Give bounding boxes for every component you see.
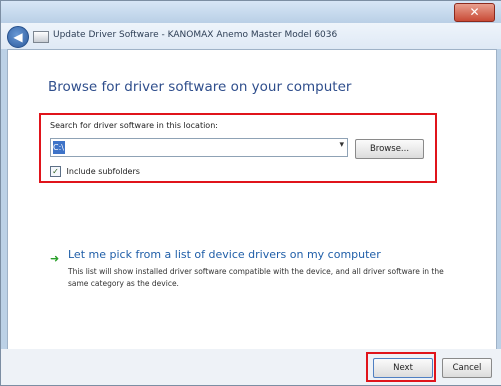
next-button-highlight: [366, 352, 436, 382]
page-heading: Browse for driver software on your compu…: [48, 79, 352, 95]
cancel-button[interactable]: Cancel: [442, 358, 492, 378]
back-arrow-icon: ◀: [13, 30, 23, 44]
pick-from-list-link[interactable]: Let me pick from a list of device driver…: [68, 248, 381, 261]
update-driver-window: ✕ ◀ Update Driver Software - KANOMAX Ane…: [0, 0, 501, 386]
pick-from-list-description: This list will show installed driver sof…: [68, 267, 444, 288]
wizard-title: Update Driver Software - KANOMAX Anemo M…: [53, 30, 338, 40]
wizard-content: Browse for driver software on your compu…: [7, 49, 497, 351]
wizard-nav-bar: ◀ Update Driver Software - KANOMAX Anemo…: [1, 23, 501, 49]
wizard-window-icon: [33, 31, 49, 43]
back-button[interactable]: ◀: [7, 26, 29, 48]
green-arrow-icon: ➜: [50, 252, 60, 265]
close-icon: ✕: [469, 5, 480, 19]
close-button[interactable]: ✕: [454, 3, 495, 22]
title-bar[interactable]: ✕: [1, 1, 501, 23]
search-location-highlight: [39, 113, 437, 183]
